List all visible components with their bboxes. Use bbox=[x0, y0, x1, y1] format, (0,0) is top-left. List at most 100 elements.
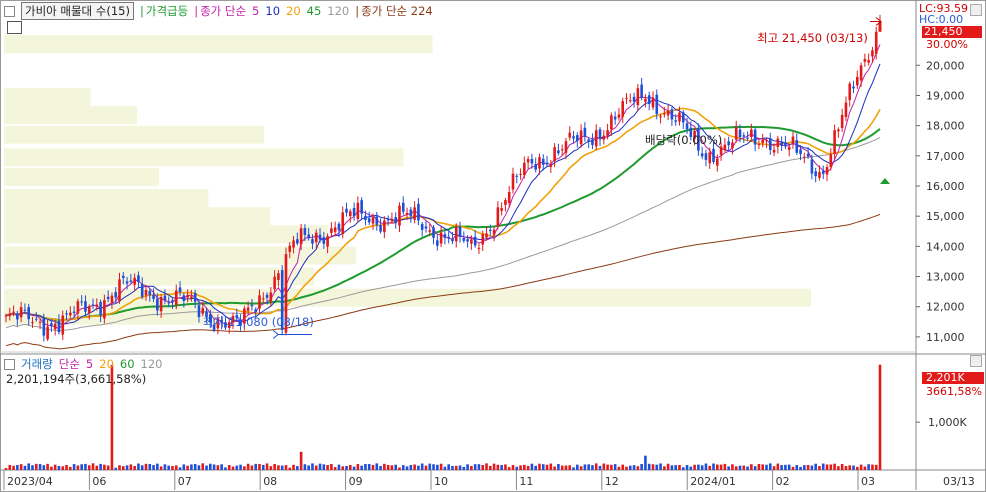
volume-bar bbox=[356, 464, 360, 470]
volume-bar bbox=[42, 465, 46, 470]
volume-bar bbox=[610, 464, 613, 470]
candle-body bbox=[462, 238, 466, 241]
candle-body bbox=[523, 162, 526, 176]
gainer-label[interactable]: 가격급등 bbox=[146, 3, 188, 19]
volume-bar bbox=[209, 463, 212, 470]
candle-body bbox=[307, 234, 310, 239]
candle-body bbox=[568, 132, 572, 138]
candle-body bbox=[780, 141, 783, 146]
volume-bar bbox=[795, 465, 799, 470]
candle-body bbox=[42, 318, 46, 336]
candle-body bbox=[364, 215, 367, 221]
volume-collapse-button[interactable] bbox=[970, 355, 982, 367]
volume-ma-60[interactable]: 60 bbox=[120, 357, 135, 371]
candle-body bbox=[186, 294, 189, 298]
candle-body bbox=[602, 135, 606, 140]
volume-bar bbox=[167, 465, 170, 470]
candle-body bbox=[330, 228, 333, 233]
ma-period-5[interactable]: 5 bbox=[252, 4, 259, 18]
volume-bar bbox=[746, 466, 749, 470]
volume-bar bbox=[507, 467, 511, 470]
ma-period-10[interactable]: 10 bbox=[265, 4, 280, 18]
volume-bar bbox=[103, 464, 106, 470]
candle-body bbox=[50, 323, 53, 327]
candle-body bbox=[765, 140, 768, 142]
volume-settings-checkbox-icon[interactable] bbox=[4, 358, 15, 370]
volume-bar bbox=[700, 465, 704, 470]
ma-period-45[interactable]: 45 bbox=[307, 4, 322, 18]
candle-body bbox=[413, 207, 416, 220]
candle-body bbox=[129, 280, 133, 282]
candle-body bbox=[731, 142, 734, 149]
candle-body bbox=[799, 149, 802, 155]
y-tick-label: 18,000 bbox=[926, 120, 965, 133]
volume-ma-label[interactable]: 단순 bbox=[59, 356, 80, 372]
volume-bar bbox=[330, 463, 333, 470]
candle-body bbox=[795, 140, 799, 153]
candle-body bbox=[398, 205, 401, 226]
volume-bar bbox=[296, 466, 299, 470]
volume-bar bbox=[322, 464, 326, 470]
table-icon[interactable] bbox=[7, 21, 22, 34]
candle-body bbox=[38, 321, 42, 323]
volume-legend: 거래량 단순 5 20 60 120 bbox=[4, 356, 162, 372]
ma224-label[interactable]: 종가 단순 224 bbox=[361, 3, 433, 19]
volume-bar bbox=[424, 465, 428, 470]
volume-bar bbox=[19, 464, 23, 470]
volume-profile-bar bbox=[4, 167, 160, 186]
candle-body bbox=[598, 129, 602, 140]
ex-dividend-label: 배당락(0.00%) bbox=[645, 133, 723, 147]
candle-body bbox=[625, 97, 628, 99]
volume-bar bbox=[636, 466, 640, 470]
volume-bar bbox=[814, 463, 817, 470]
volume-bar bbox=[852, 465, 855, 470]
volume-bar bbox=[655, 464, 659, 470]
volume-bar bbox=[723, 463, 727, 470]
candle-body bbox=[636, 88, 640, 106]
candle-body bbox=[663, 113, 666, 115]
volume-bar bbox=[87, 465, 91, 470]
candle-body bbox=[318, 234, 322, 240]
ma-label[interactable]: 종가 단순 bbox=[200, 3, 246, 19]
candle-body bbox=[352, 208, 356, 217]
y-tick-label: 12,000 bbox=[926, 301, 965, 314]
volume-title[interactable]: 거래량 bbox=[21, 356, 53, 372]
ma-period-120[interactable]: 120 bbox=[327, 4, 349, 18]
candle-body bbox=[727, 141, 730, 146]
volume-bar bbox=[541, 464, 545, 470]
stock-chart[interactable]: 20,000 19,000 18,000 17,000 16,000 15,000 14,0… bbox=[0, 0, 986, 492]
candle-body bbox=[553, 147, 556, 162]
volume-ma-5[interactable]: 5 bbox=[86, 357, 93, 371]
stock-title[interactable]: 가비아 매물대 수(15) bbox=[21, 2, 134, 20]
volume-bar bbox=[791, 466, 795, 470]
volume-tick-label: 1,000K bbox=[928, 416, 967, 429]
max-price-label: 최고 21,450 (03/13) bbox=[757, 31, 868, 45]
y-tick-label: 20,000 bbox=[926, 59, 965, 72]
volume-bar bbox=[99, 463, 102, 470]
volume-bar bbox=[152, 465, 155, 470]
volume-bar bbox=[678, 464, 681, 470]
candle-body bbox=[27, 307, 31, 320]
volume-profile-bar bbox=[4, 246, 357, 265]
volume-ma-120[interactable]: 120 bbox=[141, 357, 163, 371]
candle-body bbox=[299, 228, 303, 245]
panel-collapse-button[interactable] bbox=[970, 4, 982, 16]
settings-checkbox-icon[interactable] bbox=[4, 5, 15, 17]
volume-bar bbox=[693, 464, 696, 470]
volume-bar bbox=[564, 465, 568, 470]
candle-body bbox=[628, 100, 632, 102]
candle-body bbox=[810, 159, 814, 174]
volume-ma-20[interactable]: 20 bbox=[99, 357, 114, 371]
candle-body bbox=[837, 129, 840, 132]
volume-bar bbox=[23, 465, 27, 470]
volume-bar bbox=[549, 463, 553, 470]
volume-bar bbox=[436, 464, 439, 470]
candle-body bbox=[784, 142, 787, 147]
ma-period-20[interactable]: 20 bbox=[286, 4, 301, 18]
x-tick-label: 06 bbox=[92, 475, 106, 488]
min-arrow-icon bbox=[272, 330, 312, 339]
candle-body bbox=[526, 159, 530, 163]
volume-bar bbox=[742, 465, 746, 470]
volume-pct-label: 3661,58% bbox=[926, 385, 982, 398]
candle-body bbox=[152, 294, 155, 299]
